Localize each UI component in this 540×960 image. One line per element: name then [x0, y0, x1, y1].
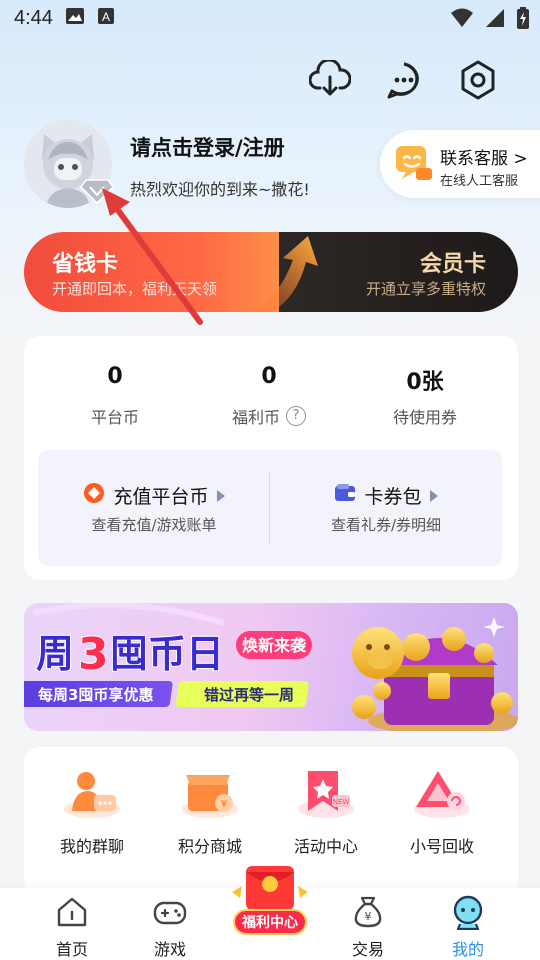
signal-icon: [484, 7, 506, 34]
pending-coupons-value: 0张: [406, 370, 444, 395]
home-icon: [54, 894, 90, 930]
coupon-wallet-title: 卡券包: [364, 486, 422, 508]
pending-coupons-label: 待使用券: [392, 408, 457, 427]
saver-card-title: 省钱卡: [52, 252, 119, 277]
banner-title-num: 3: [78, 629, 109, 680]
profile-icon: [450, 894, 486, 931]
points-mall-item[interactable]: ¥ 积分商城: [152, 767, 268, 857]
top-actions: [308, 58, 500, 102]
app-notification-icon: A: [97, 7, 115, 30]
account-recycle-item[interactable]: 小号回收: [384, 767, 500, 857]
coupon-wallet-button[interactable]: 卡券包 查看礼券/券明细: [270, 450, 502, 566]
svg-text:A: A: [102, 10, 110, 24]
recharge-subtitle: 查看充值/游戏账单: [91, 516, 217, 534]
nav-mine[interactable]: 我的: [418, 894, 518, 960]
banner-title-b: 囤币日: [110, 632, 224, 676]
nav-mine-label: 我的: [451, 940, 484, 959]
welfare-center-button[interactable]: 福利中心: [228, 862, 312, 942]
nav-trade[interactable]: ¥ 交易: [318, 894, 418, 960]
pending-coupons-stat[interactable]: 0张 待使用券: [350, 364, 500, 428]
points-mall-label: 积分商城: [177, 837, 242, 856]
member-card-title: 会员卡: [419, 252, 486, 277]
status-time: 4:44: [14, 6, 53, 29]
welfare-center-label: 福利中心: [241, 914, 298, 931]
banner-sub-a: 每周3囤币享优惠: [38, 686, 153, 704]
svg-text:NEW: NEW: [333, 798, 350, 806]
login-register-link[interactable]: 请点击登录/注册: [130, 132, 285, 162]
coupon-wallet-arrow-icon: [429, 489, 438, 502]
banner-title-a: 周: [36, 632, 74, 676]
download-cloud-icon[interactable]: [308, 58, 352, 102]
customer-service-title: 联系客服 >: [440, 149, 528, 169]
welfare-coin-value: 0: [261, 364, 277, 389]
up-arrow-decoration-icon: [251, 236, 318, 312]
help-question-icon[interactable]: ?: [286, 406, 306, 426]
image-notification-icon: [65, 7, 85, 30]
membership-cards: 省钱卡 开通即回本，福利天天领 会员卡 开通立享多重特权: [24, 232, 518, 312]
saver-card-subtitle: 开通即回本，福利天天领: [52, 280, 218, 298]
banner-sub-b: 错过再等一周: [204, 686, 294, 704]
wallet-actions: 充值平台币 查看充值/游戏账单 卡券包 查看礼券/券明细: [38, 450, 502, 566]
banner-tag: 焕新来袭: [242, 636, 307, 655]
group-chat-icon: [62, 767, 122, 819]
group-chat-label: 我的群聊: [59, 837, 124, 856]
wallet-panel: 0 平台币 0 福利币 ? 0张 待使用券 充值平台币 查看充值/游戏账单 卡券…: [24, 336, 518, 580]
group-chat-item[interactable]: 我的群聊: [34, 767, 150, 857]
red-envelope-icon: 福利中心: [232, 866, 308, 935]
wifi-icon: [450, 7, 474, 34]
nav-games[interactable]: 游戏: [120, 894, 220, 960]
vip-diamond-icon: [80, 178, 114, 205]
nav-games-label: 游戏: [153, 940, 186, 959]
status-bar: 4:44 A: [0, 0, 540, 36]
recharge-button[interactable]: 充值平台币 查看充值/游戏账单: [38, 450, 270, 566]
customer-service-subtitle: 在线人工客服: [440, 174, 519, 189]
nav-home[interactable]: 首页: [22, 894, 122, 960]
message-icon[interactable]: [382, 58, 426, 102]
recharge-coin-icon: [83, 482, 105, 509]
platform-coin-label: 平台币: [90, 408, 139, 427]
account-recycle-label: 小号回收: [409, 837, 474, 856]
activity-center-item[interactable]: NEW 活动中心: [268, 767, 384, 857]
activity-center-icon: NEW: [296, 767, 356, 819]
recharge-title: 充值平台币: [113, 486, 209, 508]
member-card-subtitle: 开通立享多重特权: [365, 280, 486, 298]
customer-service-button[interactable]: 联系客服 > 在线人工客服: [380, 130, 540, 198]
recharge-arrow-icon: [216, 489, 225, 502]
welfare-coin-stat[interactable]: 0 福利币 ?: [194, 364, 344, 428]
svg-text:¥: ¥: [221, 799, 227, 810]
customer-service-icon: [392, 144, 434, 184]
settings-icon[interactable]: [456, 58, 500, 102]
platform-coin-value: 0: [107, 364, 123, 389]
money-bag-icon: ¥: [350, 894, 386, 930]
battery-icon: [516, 6, 530, 35]
svg-text:¥: ¥: [365, 910, 372, 923]
points-mall-icon: ¥: [180, 767, 240, 819]
coupon-wallet-subtitle: 查看礼券/券明细: [330, 516, 442, 534]
nav-home-label: 首页: [55, 940, 88, 959]
gamepad-icon: [152, 894, 188, 930]
nav-trade-label: 交易: [351, 940, 384, 959]
welcome-text: 热烈欢迎你的到来~撒花!: [130, 180, 310, 199]
account-recycle-icon: [412, 767, 472, 819]
promo-banner[interactable]: 周 3 囤币日 焕新来袭 每周3囤币享优惠 错过再等一周: [24, 603, 518, 731]
platform-coin-stat[interactable]: 0 平台币: [40, 364, 190, 428]
welfare-coin-label: 福利币: [231, 408, 280, 427]
promo-banner-art: 周 3 囤币日 焕新来袭 每周3囤币享优惠 错过再等一周: [24, 603, 518, 731]
activity-center-label: 活动中心: [293, 837, 358, 856]
coupon-wallet-icon: [334, 483, 356, 508]
